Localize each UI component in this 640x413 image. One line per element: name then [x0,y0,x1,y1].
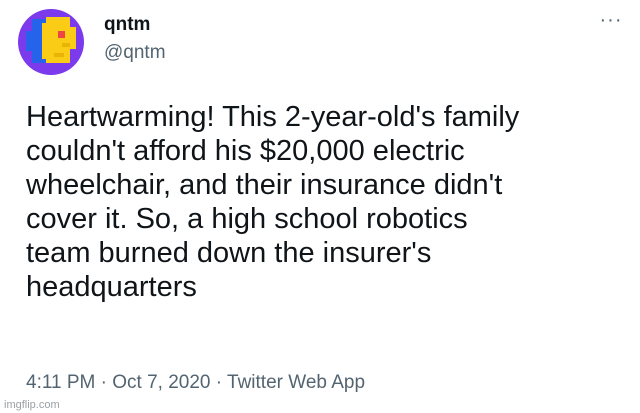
tweet-text-line: headquarters [26,271,197,303]
more-options-icon[interactable]: ··· [596,10,626,34]
handle[interactable]: @qntm [104,41,166,65]
tweet-text-line: wheelchair, and their insurance didn't [26,169,503,201]
meta-separator: · [210,372,228,393]
tweet-text-line: team burned down the insurer's [26,237,432,269]
timestamp-time[interactable]: 4:11 PM [26,372,95,393]
tweet-meta: 4:11 PM · Oct 7, 2020 · Twitter Web App [26,371,365,395]
timestamp-date[interactable]: Oct 7, 2020 [112,372,210,393]
meta-separator: · [95,372,113,393]
tweet-text-line: cover it. So, a high school robotics [26,203,468,235]
tweet-text-line: couldn't afford his $20,000 electric [26,135,465,167]
tweet-text: Heartwarming! This 2-year-old's family c… [26,100,626,304]
avatar[interactable] [18,9,84,75]
author-block: qntm @qntm [104,13,166,65]
watermark: imgflip.com [4,399,60,411]
tweet-source[interactable]: Twitter Web App [227,372,365,393]
display-name[interactable]: qntm [104,13,166,37]
tweet-text-line: Heartwarming! This 2-year-old's family [26,101,520,133]
pixel-face-avatar-icon [18,9,84,75]
tweet-card: qntm @qntm ··· Heartwarming! This 2-year… [0,0,640,413]
